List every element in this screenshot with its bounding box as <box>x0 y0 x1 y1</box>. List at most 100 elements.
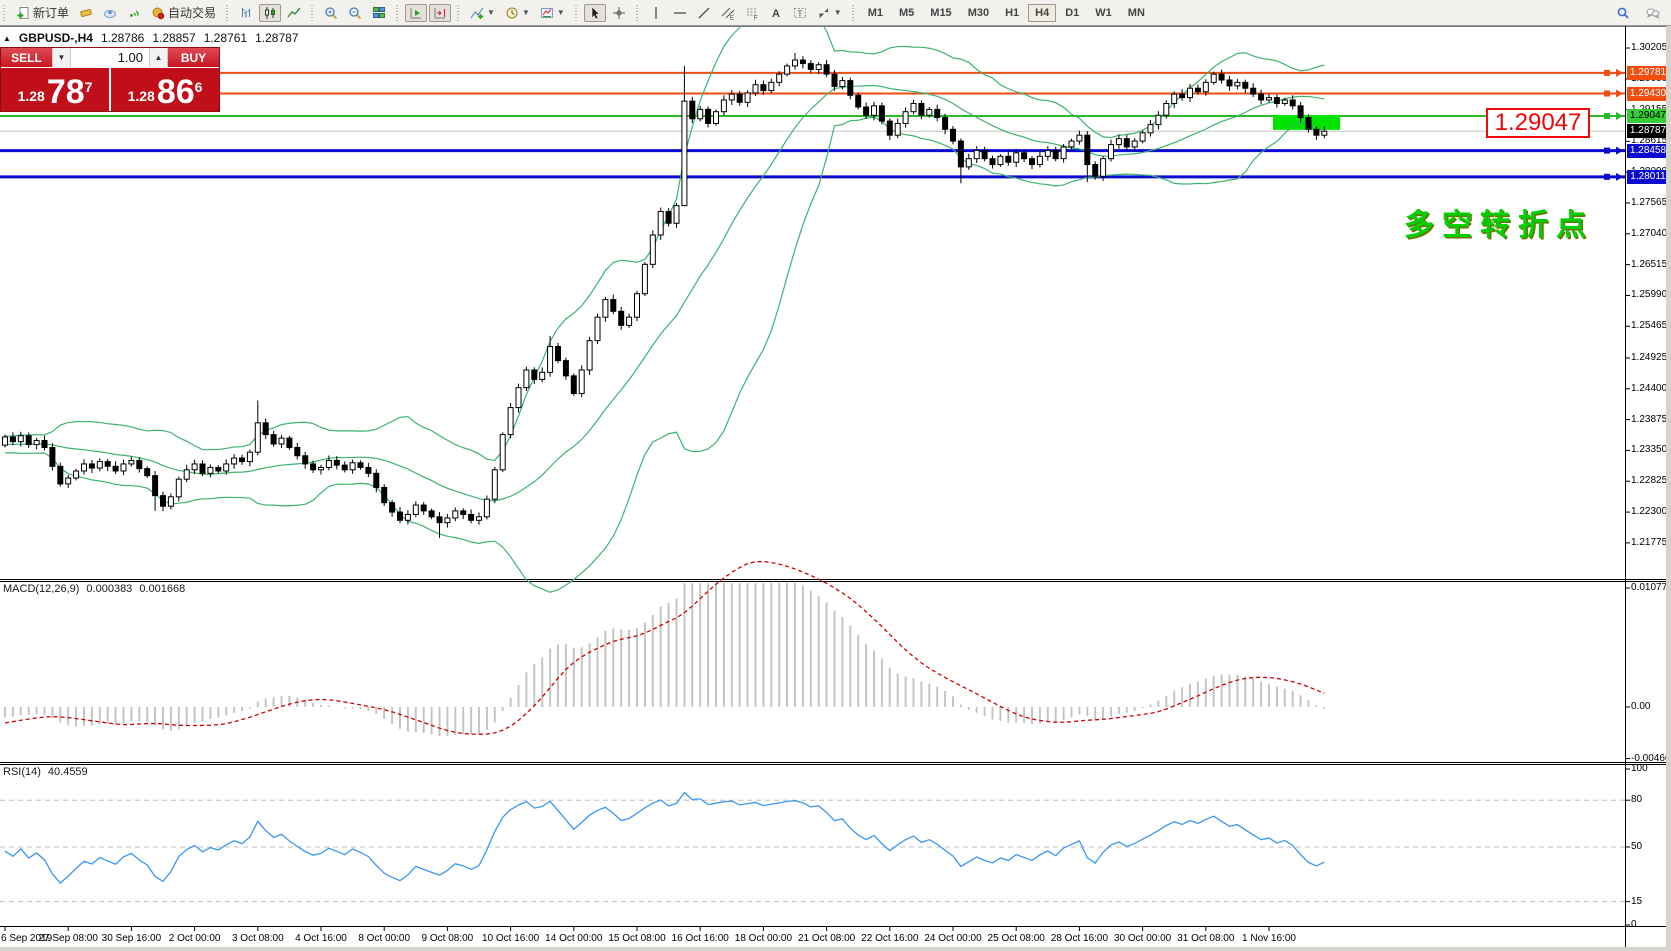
bar-chart-button[interactable] <box>235 4 257 22</box>
time-tick-label: 25 Oct 08:00 <box>988 933 1045 944</box>
fib-icon: F <box>745 6 759 20</box>
shift-icon <box>433 6 447 20</box>
chat-button[interactable] <box>1642 4 1664 22</box>
price-tick: 1.22300 <box>1631 506 1667 517</box>
cursor-button[interactable] <box>584 4 606 22</box>
periods-button[interactable]: ▼ <box>501 4 534 22</box>
timeframe-m5-button[interactable]: M5 <box>892 4 921 22</box>
fibonacci-button[interactable]: F <box>741 4 763 22</box>
candles-icon <box>263 6 277 20</box>
price-callout-box[interactable]: 1.29047 <box>1486 108 1590 138</box>
metaeditor-button[interactable] <box>75 4 97 22</box>
price-tick: 1.27565 <box>1631 197 1667 208</box>
new-order-button[interactable]: 新订单 <box>12 4 73 22</box>
sell-price-prefix: 1.28 <box>18 86 45 108</box>
zoom-in-button[interactable] <box>320 4 342 22</box>
timeframe-h4-button[interactable]: H4 <box>1028 4 1056 22</box>
auto-scroll-button[interactable] <box>405 4 427 22</box>
macd-tick: 0.00 <box>1631 701 1650 712</box>
buy-price-prefix: 1.28 <box>128 86 155 108</box>
price-tick: 1.25465 <box>1631 320 1667 331</box>
labelT-icon: T <box>793 6 807 20</box>
time-tick-label: 18 Oct 00:00 <box>735 933 792 944</box>
text-label-button[interactable]: T <box>789 4 811 22</box>
dropdown-caret-icon: ▼ <box>487 9 495 17</box>
time-tick-label: 9 Oct 08:00 <box>422 933 474 944</box>
volume-up-button[interactable]: ▲ <box>149 48 168 67</box>
trendline-button[interactable] <box>693 4 715 22</box>
ohlc-high: 1.28857 <box>152 31 195 45</box>
buy-price-big: 86 <box>157 77 195 108</box>
rsi-tick: 100 <box>1631 763 1648 774</box>
price-label: 1.29047 <box>1627 109 1669 123</box>
mql5-storage-button[interactable] <box>99 4 121 22</box>
macd-indicator-label: MACD(12,26,9) 0.000383 0.001668 <box>3 583 185 595</box>
horizontal-line-button[interactable] <box>669 4 691 22</box>
symbol-period: GBPUSD-,H4 <box>19 31 93 45</box>
rsi-tick: 50 <box>1631 841 1642 852</box>
indicators-button[interactable]: ▼ <box>466 4 499 22</box>
toolbar-right <box>1611 0 1671 25</box>
chart-canvas[interactable] <box>0 26 1671 951</box>
timeframe-m30-button[interactable]: M30 <box>961 4 996 22</box>
channel-button[interactable]: E <box>717 4 739 22</box>
toolbar-grip <box>225 5 230 21</box>
timeframe-m15-button[interactable]: M15 <box>923 4 958 22</box>
arrows-button[interactable]: ▼ <box>813 4 846 22</box>
search-icon <box>1616 6 1630 20</box>
new-order-button-label: 新订单 <box>33 4 69 21</box>
dropdown-caret-icon: ▼ <box>834 9 842 17</box>
price-tick: 1.25990 <box>1631 289 1667 300</box>
price-tick: 1.22825 <box>1631 475 1667 486</box>
time-tick-label: 30 Oct 00:00 <box>1114 933 1171 944</box>
rsi-tick: 80 <box>1631 794 1642 805</box>
macd-value-main: 0.000383 <box>86 583 132 595</box>
doc-plus-icon <box>16 6 30 20</box>
volume-down-button[interactable]: ▼ <box>52 48 71 67</box>
macd-value-signal: 0.001668 <box>139 583 185 595</box>
svg-text:T: T <box>797 9 802 18</box>
chart-type-group <box>232 0 308 25</box>
price-tick: 1.23350 <box>1631 444 1667 455</box>
time-tick-label: 10 Oct 16:00 <box>482 933 539 944</box>
one-click-trading-panel: SELL ▼ 1.00 ▲ BUY 1.28 78 7 1.28 86 6 <box>0 47 220 112</box>
bar-chart-icon <box>239 6 253 20</box>
buy-button[interactable]: BUY <box>168 48 219 67</box>
tile-windows-button[interactable] <box>368 4 390 22</box>
collapse-marker-icon[interactable]: ▲ <box>3 34 11 43</box>
price-tick: 1.23875 <box>1631 414 1667 425</box>
time-tick-label: 27 Sep 08:00 <box>38 933 98 944</box>
volume-input[interactable]: 1.00 <box>71 48 149 67</box>
sell-price[interactable]: 1.28 78 7 <box>1 68 111 111</box>
globe-red-icon <box>151 6 165 20</box>
vertical-line-button[interactable] <box>645 4 667 22</box>
timeframe-mn-button[interactable]: MN <box>1121 4 1152 22</box>
timeframe-m1-button[interactable]: M1 <box>861 4 890 22</box>
timeframe-w1-button[interactable]: W1 <box>1088 4 1119 22</box>
crosshair-icon <box>612 6 626 20</box>
timeframe-h1-button[interactable]: H1 <box>998 4 1026 22</box>
time-tick-label: 21 Oct 08:00 <box>798 933 855 944</box>
toolbar-grip <box>2 5 7 21</box>
turning-point-note[interactable]: 多空转折点 <box>1404 200 1594 244</box>
line-chart-button[interactable] <box>283 4 305 22</box>
candlestick-button[interactable] <box>259 4 281 22</box>
time-tick-label: 28 Oct 16:00 <box>1051 933 1108 944</box>
templates-button[interactable]: ▼ <box>536 4 569 22</box>
tile-icon <box>372 6 386 20</box>
autotrading-button[interactable]: 自动交易 <box>147 4 220 22</box>
buy-price[interactable]: 1.28 86 6 <box>111 68 219 111</box>
signals-button[interactable] <box>123 4 145 22</box>
zoom-out-button[interactable] <box>344 4 366 22</box>
text-button[interactable]: A <box>765 4 787 22</box>
timeframe-d1-button[interactable]: D1 <box>1058 4 1086 22</box>
sell-button[interactable]: SELL <box>1 48 52 67</box>
channel-icon: E <box>721 6 735 20</box>
search-button[interactable] <box>1612 4 1634 22</box>
crosshair-button[interactable] <box>608 4 630 22</box>
time-tick-label: 15 Oct 08:00 <box>608 933 665 944</box>
price-tick: 1.24925 <box>1631 352 1667 363</box>
price-tick: 1.30205 <box>1631 42 1667 53</box>
time-tick-label: 22 Oct 16:00 <box>861 933 918 944</box>
chart-shift-button[interactable] <box>429 4 451 22</box>
